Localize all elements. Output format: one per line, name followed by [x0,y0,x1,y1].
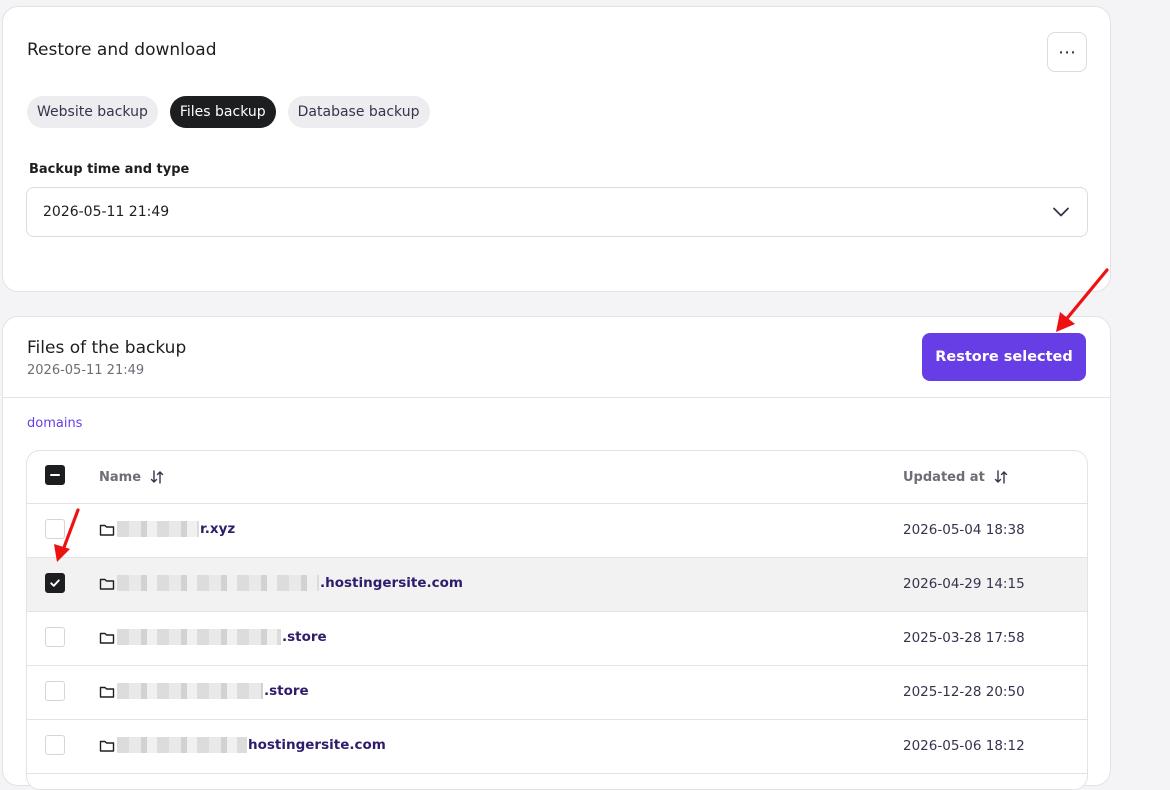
folder-name[interactable]: .store [117,629,327,645]
backup-time-value: 2026-05-11 21:49 [43,204,170,220]
table-row[interactable]: hostingersite.com 2026-05-06 18:12 [27,720,1087,774]
folder-icon [99,578,115,590]
tab-website-backup[interactable]: Website backup [27,96,158,128]
redacted-name [117,683,263,699]
redacted-name [117,737,247,753]
select-all-checkbox[interactable] [45,465,65,485]
folder-name-suffix: .hostingersite.com [320,575,463,591]
folder-icon [99,686,115,698]
column-name-label: Name [99,469,142,485]
column-updated-label: Updated at [903,469,985,485]
row-checkbox[interactable] [45,681,65,701]
updated-at: 2025-12-28 20:50 [903,684,1025,700]
backup-type-tabs: Website backup Files backup Database bac… [27,96,430,128]
redacted-name [117,575,319,591]
backup-time-select[interactable]: 2026-05-11 21:49 [26,187,1088,237]
restore-card-title: Restore and download [27,40,217,60]
breadcrumb-domains[interactable]: domains [27,416,82,431]
redacted-name [117,521,199,537]
folder-icon [99,524,115,536]
tab-database-backup[interactable]: Database backup [287,96,430,128]
row-checkbox[interactable] [45,627,65,647]
table-row[interactable]: r.xyz 2026-05-04 18:38 [27,504,1087,558]
updated-at: 2026-04-29 14:15 [903,576,1025,592]
folder-name[interactable]: .hostingersite.com [117,575,463,591]
tab-files-backup[interactable]: Files backup [169,96,276,128]
table-row[interactable]: .store 2025-03-28 17:58 [27,612,1087,666]
table-row[interactable]: .store 2025-12-28 20:50 [27,666,1087,720]
table-header: Name Updated at [27,451,1087,504]
minus-icon [50,474,60,476]
folder-name[interactable]: hostingersite.com [117,737,386,753]
column-name-header[interactable]: Name [99,469,165,485]
restore-download-card: Restore and download ⋯ Website backup Fi… [2,6,1111,292]
files-card-subtitle: 2026-05-11 21:49 [27,363,145,378]
row-checkbox[interactable] [45,735,65,755]
row-checkbox[interactable] [45,573,65,593]
backup-files-card: Files of the backup 2026-05-11 21:49 Res… [2,316,1111,790]
backup-time-label: Backup time and type [29,162,190,177]
more-dots-icon: ⋯ [1058,41,1076,63]
updated-at: 2025-03-28 17:58 [903,630,1025,646]
folder-name[interactable]: .store [117,683,309,699]
divider [3,397,1110,398]
sort-icon [150,470,164,484]
row-checkbox[interactable] [45,519,65,539]
chevron-down-icon [1053,207,1069,217]
updated-at: 2026-05-04 18:38 [903,522,1025,538]
files-card-title: Files of the backup [27,338,187,358]
folder-icon [99,632,115,644]
more-options-button[interactable]: ⋯ [1047,32,1087,72]
restore-selected-button[interactable]: Restore selected [922,333,1086,381]
folder-name-suffix: .store [282,629,327,645]
column-updated-header[interactable]: Updated at [903,469,1009,485]
updated-at: 2026-05-06 18:12 [903,738,1025,754]
folder-icon [99,740,115,752]
folder-name-suffix: r.xyz [200,521,236,537]
folder-name-suffix: hostingersite.com [248,737,386,753]
files-table: Name Updated at r.xyz 2026-05-04 18:38 .… [26,450,1088,790]
checkmark-icon [50,579,60,587]
redacted-name [117,629,281,645]
folder-name[interactable]: r.xyz [117,521,235,537]
table-row[interactable]: .hostingersite.com 2026-04-29 14:15 [27,558,1087,612]
sort-icon [994,470,1007,484]
folder-name-suffix: .store [264,683,309,699]
